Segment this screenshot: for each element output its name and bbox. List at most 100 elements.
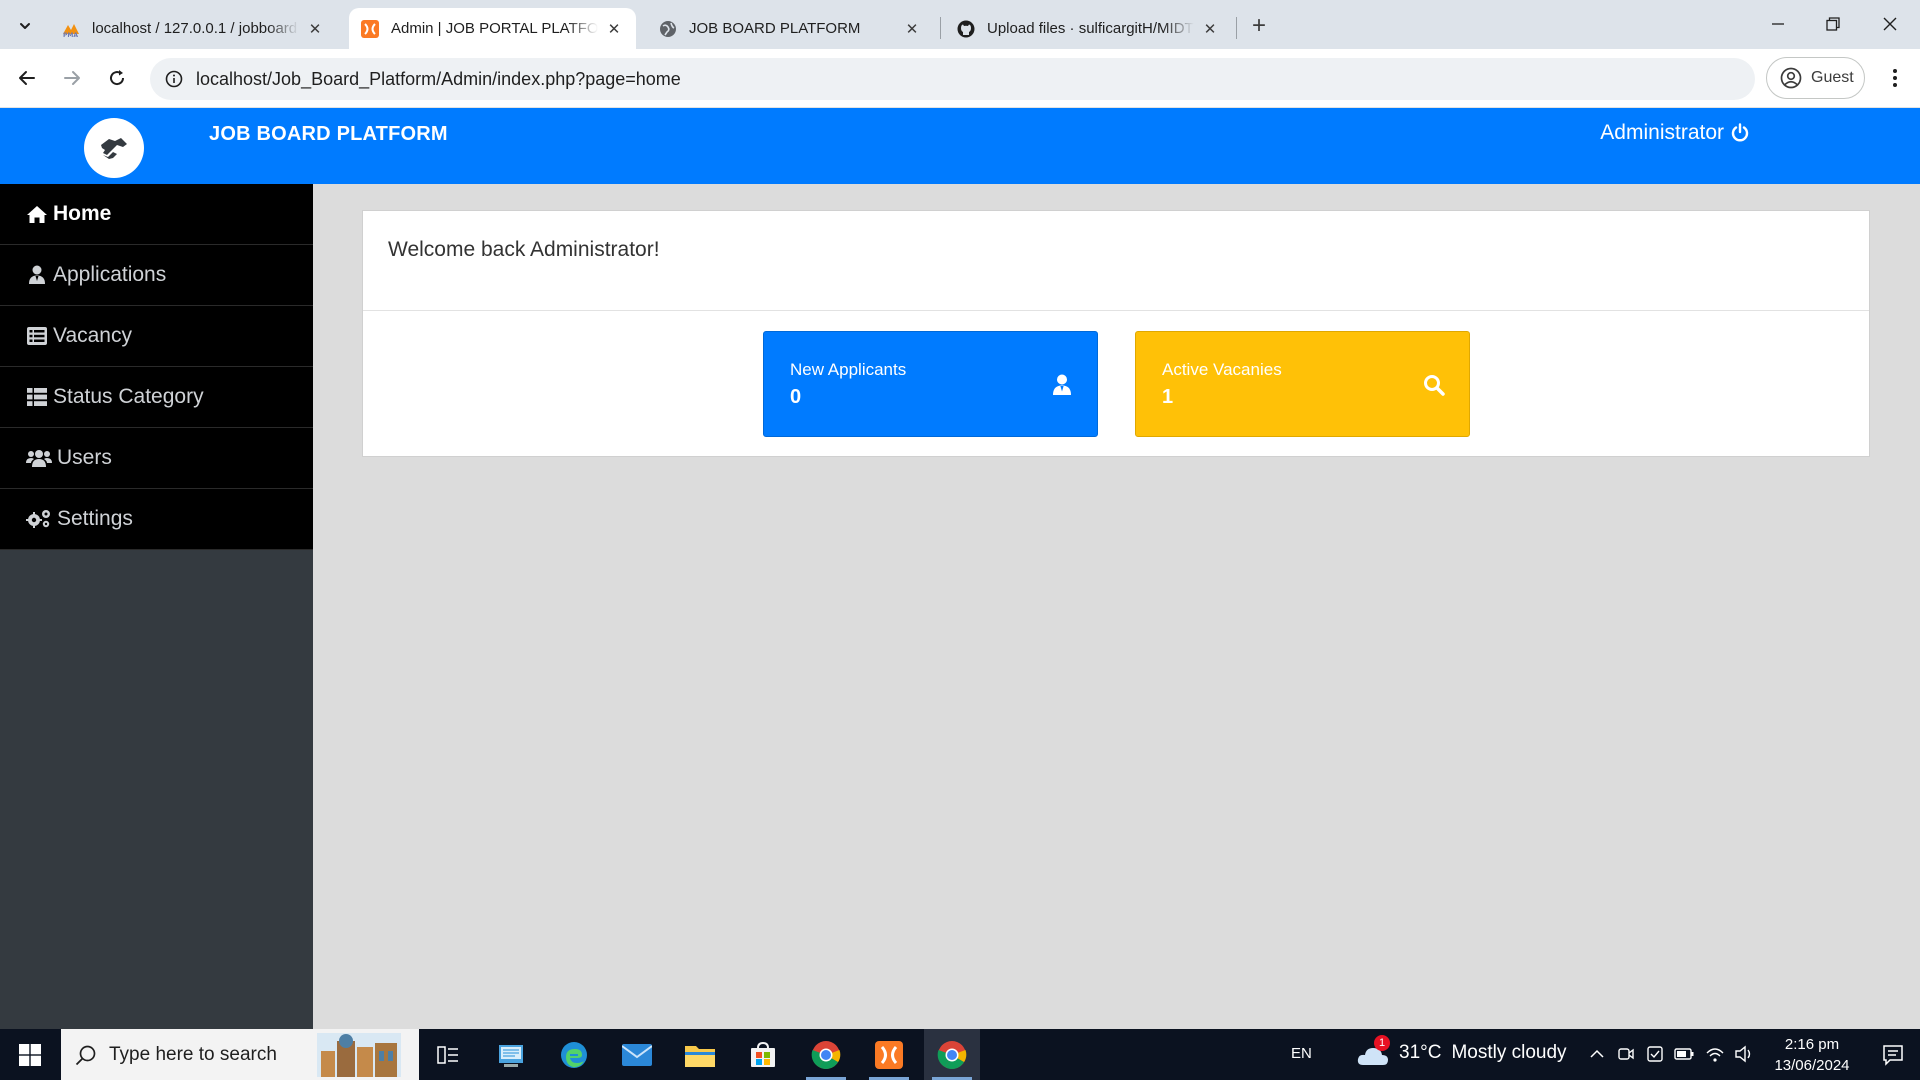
start-button[interactable]: [0, 1029, 60, 1080]
taskbar-app-notes[interactable]: [483, 1029, 539, 1080]
chevron-down-icon: [20, 23, 30, 29]
new-tab-button[interactable]: +: [1245, 12, 1273, 40]
admin-logout-link[interactable]: Administrator: [1600, 121, 1750, 145]
tab-phpmyadmin[interactable]: PMA localhost / 127.0.0.1 / jobboard ✕: [50, 8, 337, 49]
search-highlight-illustration: [317, 1033, 401, 1077]
sidebar-item-home[interactable]: Home: [0, 184, 313, 245]
battery-icon[interactable]: [1674, 1044, 1694, 1064]
taskbar-app-xampp[interactable]: [861, 1029, 917, 1080]
sidebar-item-label: Home: [53, 202, 112, 225]
task-view-icon: [437, 1045, 458, 1064]
search-icon: [1424, 375, 1445, 396]
admin-name: Administrator: [1600, 121, 1724, 144]
user-icon: [1053, 374, 1071, 395]
os-taskbar: Type here to search EN 1 31°C Mostly clo…: [0, 1029, 1920, 1080]
minimize-button[interactable]: [1758, 8, 1798, 40]
url-text: localhost/Job_Board_Platform/Admin/index…: [196, 68, 681, 89]
meet-now-icon[interactable]: [1616, 1044, 1636, 1064]
stat-value: 0: [790, 386, 802, 408]
tab-github-upload[interactable]: Upload files · sulficargitH/MIDTERM ✕: [945, 8, 1232, 49]
home-icon: [26, 203, 48, 225]
new-applicants-card[interactable]: New Applicants 0: [763, 331, 1098, 437]
cloud-icon: 1: [1357, 1035, 1390, 1067]
tab-close-icon[interactable]: ✕: [604, 19, 624, 39]
taskbar-app-edge[interactable]: [546, 1029, 602, 1080]
taskbar-app-file-explorer[interactable]: [672, 1029, 728, 1080]
app-header: JOB BOARD PLATFORM Administrator: [0, 108, 1920, 184]
notepad-icon: [499, 1044, 523, 1067]
close-icon: [1883, 17, 1897, 31]
tab-close-icon[interactable]: ✕: [902, 19, 922, 39]
sidebar-item-settings[interactable]: Settings: [0, 489, 313, 550]
tab-job-board-platform[interactable]: JOB BOARD PLATFORM ✕: [647, 8, 934, 49]
sidebar-item-vacancy[interactable]: Vacancy: [0, 306, 313, 367]
sidebar-item-label: Users: [57, 446, 112, 469]
task-view-button[interactable]: [420, 1029, 476, 1080]
system-clock[interactable]: 2:16 pm 13/06/2024: [1762, 1034, 1862, 1076]
edge-icon: [561, 1041, 587, 1068]
plus-icon: +: [1251, 12, 1266, 39]
dashboard-card: Welcome back Administrator! New Applican…: [362, 210, 1870, 457]
weather-temperature: 31°C: [1399, 1042, 1442, 1063]
taskbar-search[interactable]: Type here to search: [61, 1029, 419, 1080]
stat-value: 1: [1162, 386, 1174, 408]
back-button[interactable]: [10, 61, 44, 95]
profile-button[interactable]: Guest: [1766, 57, 1865, 99]
xampp-icon: [361, 19, 379, 38]
site-info-icon[interactable]: [154, 58, 194, 100]
reload-button[interactable]: [100, 61, 134, 95]
tab-separator: [1236, 17, 1237, 39]
show-hidden-icons-button[interactable]: [1587, 1044, 1607, 1064]
sidebar-item-users[interactable]: Users: [0, 428, 313, 489]
tab-admin-job-portal[interactable]: Admin | JOB PORTAL PLATFORM ✕: [349, 8, 636, 49]
forward-button[interactable]: [55, 61, 89, 95]
sidebar: Home Applications Vacancy Status Categor…: [0, 184, 313, 1029]
phpmyadmin-icon: PMA: [62, 20, 80, 38]
taskbar-app-chrome[interactable]: [798, 1029, 854, 1080]
wifi-icon[interactable]: [1705, 1044, 1725, 1064]
browser-tab-strip: PMA localhost / 127.0.0.1 / jobboard ✕ A…: [0, 0, 1920, 49]
handshake-icon: [101, 138, 127, 159]
sidebar-item-status-category[interactable]: Status Category: [0, 367, 313, 428]
tab-title: Admin | JOB PORTAL PLATFORM: [391, 20, 598, 37]
weather-widget[interactable]: 1 31°C Mostly cloudy: [1357, 1035, 1567, 1067]
notification-icon: [1883, 1044, 1903, 1066]
sidebar-item-applications[interactable]: Applications: [0, 245, 313, 306]
volume-icon[interactable]: [1734, 1044, 1754, 1064]
close-window-button[interactable]: [1870, 8, 1910, 40]
tab-search-button[interactable]: [11, 12, 39, 40]
security-icon[interactable]: [1645, 1044, 1665, 1064]
active-vacancies-card[interactable]: Active Vacanies 1: [1135, 331, 1470, 437]
taskbar-app-mail[interactable]: [609, 1029, 665, 1080]
users-icon: [26, 447, 52, 469]
profile-label: Guest: [1811, 69, 1854, 86]
restore-button[interactable]: [1813, 8, 1853, 40]
notification-center-button[interactable]: [1868, 1029, 1918, 1080]
address-bar[interactable]: localhost/Job_Board_Platform/Admin/index…: [150, 58, 1755, 100]
github-icon: [957, 20, 975, 38]
taskbar-app-chrome-active[interactable]: [924, 1029, 980, 1080]
welcome-message: Welcome back Administrator!: [363, 211, 1869, 311]
clock-time: 2:16 pm: [1784, 1036, 1840, 1053]
logo: [84, 118, 144, 178]
taskbar-app-store[interactable]: [735, 1029, 791, 1080]
sidebar-item-label: Vacancy: [53, 324, 132, 347]
chevron-up-icon: [1590, 1049, 1604, 1058]
store-icon: [751, 1041, 775, 1067]
brand-title: JOB BOARD PLATFORM: [209, 123, 448, 145]
tab-title: localhost / 127.0.0.1 / jobboard: [92, 20, 298, 37]
language-indicator[interactable]: EN: [1291, 1045, 1312, 1062]
search-icon: [75, 1045, 96, 1065]
tab-title: JOB BOARD PLATFORM: [689, 20, 861, 37]
chrome-icon: [937, 1040, 967, 1069]
weather-alert-badge: 1: [1374, 1035, 1390, 1051]
windows-icon: [19, 1043, 41, 1066]
tab-close-icon[interactable]: ✕: [305, 19, 325, 39]
browser-menu-button[interactable]: [1880, 61, 1910, 95]
reload-icon: [110, 70, 125, 86]
tab-close-icon[interactable]: ✕: [1200, 19, 1220, 39]
power-icon: [1731, 123, 1749, 142]
globe-icon: [659, 20, 677, 38]
tab-title: Upload files · sulficargitH/MIDTERM: [987, 20, 1194, 37]
more-vertical-icon: [1893, 69, 1897, 87]
